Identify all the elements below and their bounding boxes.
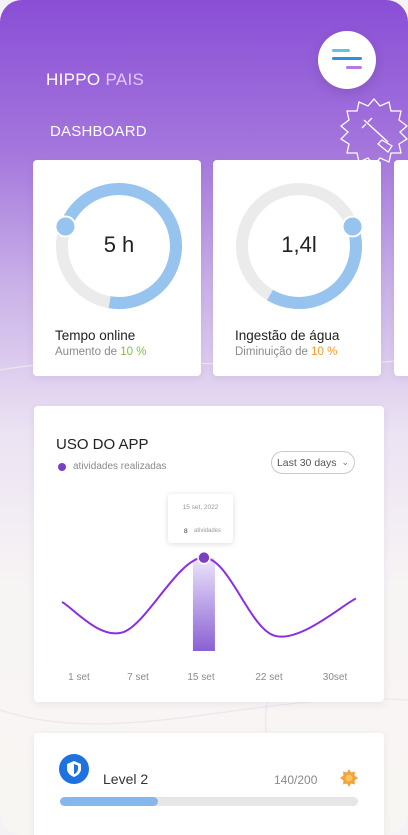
stat-card-online-time[interactable]: 5 h Tempo online Aumento de 10 % (33, 160, 201, 376)
x-tick-label: 1 set (68, 672, 90, 683)
stat-value: 5 h (103, 232, 135, 257)
stat-change: Aumento de 10 % (55, 346, 146, 358)
level-progress-bar (60, 797, 358, 806)
stat-change-percent: 10 % (311, 346, 338, 358)
menu-icon-bar-bottom (346, 66, 362, 69)
level-badge (59, 754, 89, 784)
menu-icon-bar-middle (332, 57, 362, 60)
menu-button[interactable] (318, 31, 376, 89)
tooltip-label: atividades (194, 528, 222, 534)
x-tick-label: 15 set (187, 672, 215, 683)
stat-card-partial[interactable] (394, 160, 408, 376)
page-title: DASHBOARD (50, 123, 147, 140)
level-card[interactable]: Level 2 140/200 (34, 733, 384, 835)
x-tick-label: 22 set (255, 672, 283, 683)
sun-icon (340, 769, 358, 787)
stat-label: Tempo online (55, 328, 136, 343)
stat-change: Diminuição de 10 % (235, 346, 337, 358)
level-label: Level 2 (103, 771, 149, 787)
stat-value: 1,4l (281, 232, 317, 257)
shield-icon (67, 761, 81, 777)
menu-icon-bar-top (332, 49, 350, 52)
stat-label: Ingestão de água (235, 328, 340, 343)
usage-line-chart (61, 550, 357, 651)
stat-change-prefix: Diminuição de (235, 346, 312, 358)
brand-primary: HIPPO (46, 70, 101, 89)
app-screen: HIPPO PAIS DASHBOARD 5 h Tempo online Au… (0, 0, 408, 835)
chart-tooltip: 15 set, 2022 8 atividades (168, 494, 233, 543)
x-tick-label: 30set (322, 672, 348, 683)
level-progress-text: 140/200 (274, 773, 318, 787)
highlight-point[interactable] (197, 550, 211, 565)
x-axis-labels: 1 set 7 set 15 set 22 set 30set (34, 672, 384, 686)
brand-logo: HIPPO PAIS (46, 70, 144, 90)
tooltip-count: 8 (184, 528, 188, 535)
tooltip-date: 15 set, 2022 (182, 504, 219, 511)
stat-change-percent: 10 % (120, 346, 147, 358)
app-usage-card: USO DO APP atividades realizadas Last 30… (34, 406, 384, 702)
broom-badge-icon[interactable] (338, 96, 408, 168)
stat-change-prefix: Aumento de (55, 346, 121, 358)
x-tick-label: 7 set (127, 672, 149, 683)
level-progress-fill (60, 797, 159, 806)
stat-card-water-intake[interactable]: 1,4l Ingestão de água Diminuição de 10 % (213, 160, 381, 376)
brand-accent: PAIS (105, 70, 145, 89)
highlight-bar (192, 557, 215, 651)
